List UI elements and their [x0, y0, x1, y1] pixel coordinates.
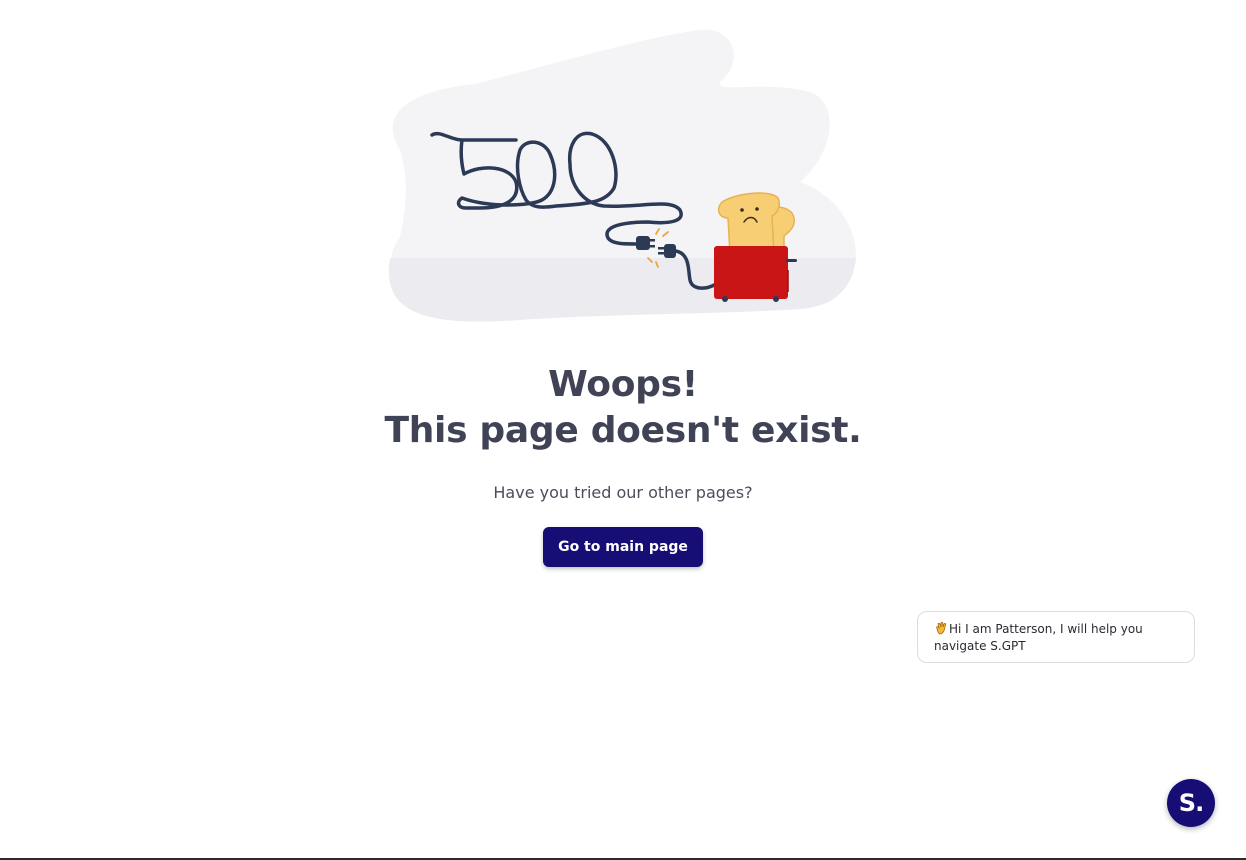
chat-greeting-bubble[interactable]: Hi I am Patterson, I will help you navig… — [917, 611, 1195, 663]
chat-logo-icon: S. — [1178, 789, 1204, 817]
go-to-main-page-button[interactable]: Go to main page — [543, 527, 703, 567]
chat-launcher-button[interactable]: S. — [1167, 779, 1215, 827]
headline-line-1: Woops! — [548, 364, 698, 405]
chat-greeting-text: Hi I am Patterson, I will help you navig… — [934, 622, 1143, 653]
error-subtext: Have you tried our other pages? — [493, 483, 753, 502]
error-headline: Woops! This page doesn't exist. — [0, 362, 1246, 454]
error-500-illustration — [380, 22, 866, 327]
waving-hand-icon — [934, 621, 948, 635]
toaster-icon — [714, 246, 797, 302]
headline-line-2: This page doesn't exist. — [384, 410, 862, 451]
